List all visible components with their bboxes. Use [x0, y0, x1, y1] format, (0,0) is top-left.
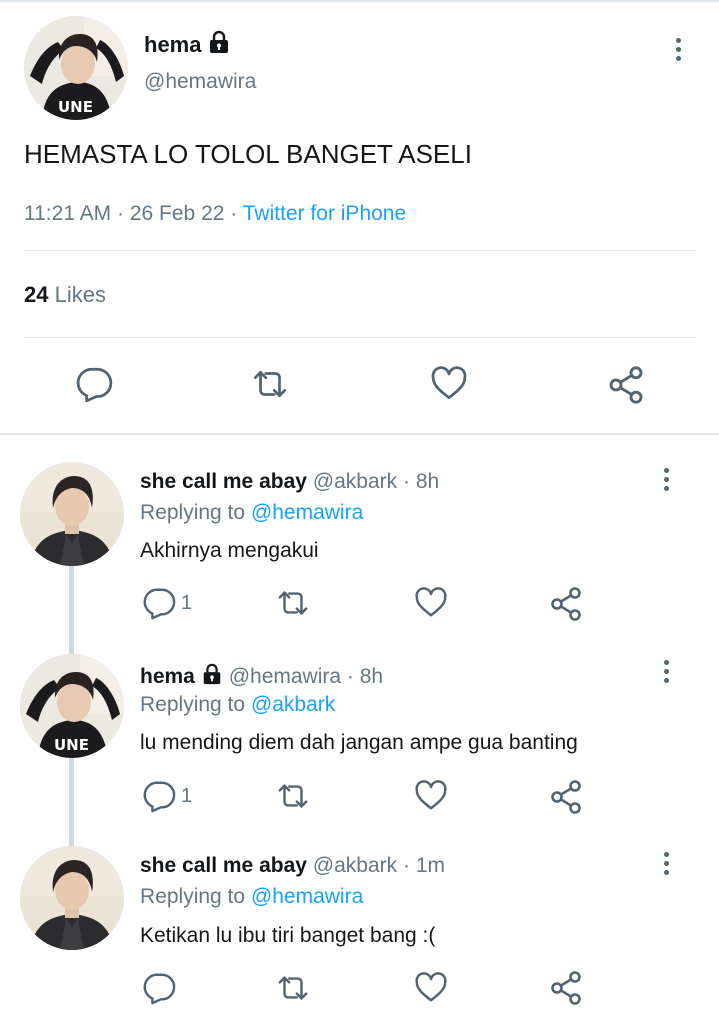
- lock-icon: [201, 663, 223, 691]
- replying-to-label: Replying to: [140, 693, 246, 716]
- avatar[interactable]: [24, 16, 128, 120]
- likes-label: Likes: [54, 282, 106, 307]
- lock-icon: [207, 30, 231, 60]
- retweet-icon[interactable]: [250, 365, 290, 408]
- reply-count: 1: [181, 785, 193, 807]
- divider: [24, 250, 695, 251]
- replying-to: Replying to @akbark: [140, 693, 335, 717]
- reply-icon[interactable]: [75, 365, 113, 408]
- reply-time: 8h: [359, 665, 384, 688]
- reply-header: she call me abay @akbark · 8h: [140, 470, 439, 494]
- tweet-text: HEMASTA LO TOLOL BANGET ASELI: [24, 139, 472, 169]
- meta-dot: ·: [230, 202, 238, 225]
- more-vertical-icon[interactable]: [656, 468, 676, 498]
- reply-header: hema @hemawira · 8h: [140, 663, 383, 691]
- avatar[interactable]: [20, 846, 124, 950]
- divider: [24, 337, 695, 338]
- reply-text: Akhirnya mengakui: [140, 539, 319, 562]
- replying-to-link[interactable]: @akbark: [251, 693, 335, 716]
- meta-dot: ·: [346, 665, 354, 688]
- reply-author-handle[interactable]: @akbark: [313, 854, 397, 877]
- replying-to: Replying to @hemawira: [140, 501, 363, 525]
- main-tweet: hema @hemawira HEMASTA LO TOLOL BANGET A…: [0, 0, 719, 433]
- meta-dot: ·: [402, 854, 410, 877]
- retweet-icon[interactable]: [274, 971, 312, 1010]
- likes-stat[interactable]: 24 Likes: [24, 282, 106, 308]
- reply-icon[interactable]: [142, 586, 176, 625]
- meta-dot: ·: [402, 470, 410, 493]
- tweet-source-link[interactable]: Twitter for iPhone: [243, 202, 406, 225]
- replying-to-link[interactable]: @hemawira: [251, 501, 363, 524]
- retweet-icon[interactable]: [274, 779, 312, 818]
- replying-to-link[interactable]: @hemawira: [251, 885, 363, 908]
- reply-author-handle[interactable]: @hemawira: [229, 665, 341, 688]
- thread-connector: [69, 758, 74, 850]
- replying-to: Replying to @hemawira: [140, 885, 363, 909]
- share-icon[interactable]: [548, 779, 584, 820]
- replying-to-label: Replying to: [140, 501, 246, 524]
- reply-count: 1: [181, 592, 193, 614]
- reply-icon[interactable]: [142, 971, 176, 1010]
- author-name[interactable]: hema: [144, 30, 231, 60]
- share-icon[interactable]: [606, 365, 646, 410]
- avatar[interactable]: [20, 462, 124, 566]
- reply-author-name[interactable]: she call me abay: [140, 854, 307, 877]
- avatar[interactable]: [20, 654, 124, 758]
- reply-time: 1m: [415, 854, 446, 877]
- meta-dot: ·: [117, 202, 125, 225]
- reply-icon[interactable]: [142, 779, 176, 818]
- tweet-time: 11:21 AM: [24, 202, 112, 225]
- heart-icon[interactable]: [413, 971, 449, 1010]
- author-name-label: hema: [144, 32, 202, 57]
- reply-author-name[interactable]: she call me abay: [140, 470, 307, 493]
- reply-text: Ketikan lu ibu tiri banget bang :(: [140, 924, 436, 947]
- heart-icon[interactable]: [413, 779, 449, 818]
- section-divider: [0, 433, 719, 435]
- share-icon[interactable]: [548, 586, 584, 627]
- tweet-date: 26 Feb 22: [129, 202, 225, 225]
- reply-text: lu mending diem dah jangan ampe gua bant…: [140, 731, 578, 754]
- share-icon[interactable]: [548, 970, 584, 1011]
- reply-author-handle[interactable]: @akbark: [313, 470, 397, 493]
- heart-icon[interactable]: [413, 586, 449, 625]
- reply-time: 8h: [415, 470, 440, 493]
- thread-connector: [69, 566, 74, 658]
- retweet-icon[interactable]: [274, 586, 312, 625]
- more-vertical-icon[interactable]: [668, 38, 688, 68]
- likes-count: 24: [24, 282, 49, 307]
- reply-author-name[interactable]: hema: [140, 665, 195, 688]
- more-vertical-icon[interactable]: [656, 852, 676, 882]
- heart-icon[interactable]: [429, 365, 469, 408]
- reply-header: she call me abay @akbark · 1m: [140, 854, 445, 878]
- more-vertical-icon[interactable]: [656, 660, 676, 690]
- replying-to-label: Replying to: [140, 885, 246, 908]
- tweet-meta: 11:21 AM · 26 Feb 22 · Twitter for iPhon…: [24, 202, 406, 226]
- author-handle[interactable]: @hemawira: [144, 70, 256, 94]
